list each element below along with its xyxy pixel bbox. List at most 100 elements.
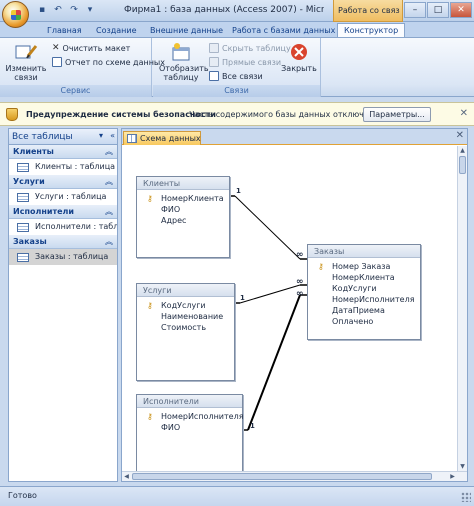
relationships-icon xyxy=(127,134,137,143)
field-item[interactable]: Стоимость xyxy=(139,322,234,333)
maximize-button[interactable]: □ xyxy=(427,2,449,18)
relationships-canvas[interactable]: 1 1 1 ∞ ∞ ∞ Клиенты ⚷ НомерКлиента ФИО Ад… xyxy=(122,146,458,471)
field-item[interactable]: ФИО xyxy=(139,204,229,215)
group-links: Отобразить таблицу Скрыть таблицу Прямые… xyxy=(153,38,321,97)
field-item[interactable]: НомерКлиента xyxy=(310,272,420,283)
field-item[interactable]: ДатаПриема xyxy=(310,305,420,316)
one-label-services: 1 xyxy=(240,294,245,302)
nav-group-orders[interactable]: Заказы ︽ xyxy=(9,235,117,249)
field-item[interactable]: НомерИсполнителя xyxy=(310,294,420,305)
nav-header[interactable]: Все таблицы ▾ « xyxy=(9,129,117,145)
horizontal-scroll-thumb[interactable] xyxy=(132,473,432,480)
tab-home[interactable]: Главная xyxy=(47,24,82,38)
table-icon xyxy=(17,223,29,232)
undo-icon[interactable]: ↶ xyxy=(52,4,64,16)
close-icon[interactable]: ✕ xyxy=(456,130,464,141)
table-icon xyxy=(17,193,29,202)
direct-links-button[interactable]: Прямые связи xyxy=(209,57,281,67)
close-button[interactable]: Закрыть xyxy=(281,42,317,73)
close-icon[interactable]: ✕ xyxy=(460,108,468,119)
table-box-executors[interactable]: Исполнители ⚷ НомерИсполнителя ФИО xyxy=(136,394,244,471)
save-icon[interactable]: ▪ xyxy=(36,4,48,16)
table-box-services[interactable]: Услуги ⚷ КодУслуги Наименование Стоимость xyxy=(136,283,235,381)
field-label: Наименование xyxy=(161,312,224,321)
tab-database-tools[interactable]: Работа с базами данных xyxy=(232,24,335,38)
tab-create[interactable]: Создание xyxy=(96,24,137,38)
vertical-scroll-thumb[interactable] xyxy=(459,156,466,174)
tab-relationships[interactable]: Схема данных xyxy=(123,131,201,145)
relationship-report-button[interactable]: Отчет по схеме данных xyxy=(52,57,165,67)
chevron-up-icon[interactable]: ︽ xyxy=(105,205,113,218)
field-item[interactable]: Адрес xyxy=(139,215,229,226)
field-list: ⚷ КодУслуги Наименование Стоимость xyxy=(137,297,234,333)
one-label-executors: 1 xyxy=(250,422,255,430)
close-label: Закрыть xyxy=(281,64,317,73)
hide-table-button[interactable]: Скрыть таблицу xyxy=(209,43,291,53)
resize-grip-icon[interactable] xyxy=(461,492,471,502)
nav-item-services-table[interactable]: Услуги : таблица xyxy=(9,189,117,205)
chevron-up-icon[interactable]: ︽ xyxy=(105,145,113,158)
tab-external-data[interactable]: Внешние данные xyxy=(150,24,223,38)
field-item[interactable]: ФИО xyxy=(139,422,242,433)
scroll-down-icon[interactable]: ▼ xyxy=(458,462,467,471)
nav-group-label: Заказы xyxy=(13,237,47,246)
customize-qat-icon[interactable]: ▾ xyxy=(84,4,96,16)
relationship-line[interactable] xyxy=(239,284,301,304)
nav-item-executors-table[interactable]: Исполнители : табл xyxy=(9,219,117,235)
horizontal-scrollbar[interactable]: ◀ ▶ xyxy=(122,471,467,481)
collapse-pane-icon[interactable]: « xyxy=(110,131,115,140)
field-item[interactable]: ⚷ НомерИсполнителя xyxy=(139,411,244,422)
chevron-up-icon[interactable]: ︽ xyxy=(105,235,113,248)
table-box-title[interactable]: Услуги xyxy=(137,284,234,297)
chevron-down-icon[interactable]: ▾ xyxy=(99,131,103,140)
relationship-line[interactable] xyxy=(247,294,301,431)
field-label: Стоимость xyxy=(161,323,207,332)
all-links-button[interactable]: Все связи xyxy=(209,71,263,81)
field-label: НомерКлиента xyxy=(332,273,395,282)
show-table-button[interactable]: Отобразить таблицу xyxy=(159,42,209,82)
vertical-scrollbar[interactable]: ▲ ▼ xyxy=(457,146,467,471)
table-box-clients[interactable]: Клиенты ⚷ НомерКлиента ФИО Адрес xyxy=(136,176,230,258)
clear-layout-button[interactable]: ✕ Очистить макет xyxy=(52,43,130,53)
relationship-line[interactable] xyxy=(234,195,301,260)
nav-item-label: Клиенты : таблица xyxy=(35,162,116,171)
field-list: ⚷ НомерКлиента ФИО Адрес xyxy=(137,190,229,226)
field-item[interactable]: ⚷ Номер Заказа xyxy=(310,261,420,272)
field-item[interactable]: Оплачено xyxy=(310,316,420,327)
nav-group-services[interactable]: Услуги ︽ xyxy=(9,175,117,189)
edit-links-icon xyxy=(14,42,38,62)
scroll-right-icon[interactable]: ▶ xyxy=(448,472,457,481)
scroll-left-icon[interactable]: ◀ xyxy=(122,472,131,481)
scroll-up-icon[interactable]: ▲ xyxy=(458,146,467,155)
nav-group-label: Услуги xyxy=(13,177,45,186)
field-item[interactable]: ⚷ НомерКлиента xyxy=(139,193,229,204)
security-options-button[interactable]: Параметры... xyxy=(363,107,431,122)
field-label: НомерКлиента xyxy=(161,194,224,203)
edit-links-button[interactable]: Изменить связи xyxy=(4,42,48,82)
field-label: Номер Заказа xyxy=(332,262,391,271)
nav-group-executors[interactable]: Исполнители ︽ xyxy=(9,205,117,219)
minimize-button[interactable]: – xyxy=(404,2,426,18)
field-item[interactable]: Наименование xyxy=(139,311,234,322)
nav-item-clients-table[interactable]: Клиенты : таблица xyxy=(9,159,117,175)
chevron-up-icon[interactable]: ︽ xyxy=(105,175,113,188)
table-box-orders[interactable]: Заказы ⚷ Номер Заказа НомерКлиента КодУсл… xyxy=(307,244,421,340)
field-list: ⚷ НомерИсполнителя ФИО xyxy=(137,408,244,433)
close-window-button[interactable]: ✕ xyxy=(450,2,472,18)
table-box-title[interactable]: Исполнители xyxy=(137,395,242,408)
table-box-title[interactable]: Заказы xyxy=(308,245,420,258)
office-button[interactable] xyxy=(2,1,29,28)
redo-icon[interactable]: ↷ xyxy=(68,4,80,16)
title-bar: ▪ ↶ ↷ ▾ Фирма1 : база данных (Access 200… xyxy=(0,0,474,28)
nav-item-orders-table[interactable]: Заказы : таблица xyxy=(9,249,117,265)
nav-item-label: Заказы : таблица xyxy=(35,252,109,261)
clear-layout-icon: ✕ xyxy=(52,43,60,53)
primary-key-icon: ⚷ xyxy=(147,412,153,421)
security-shield-icon xyxy=(6,108,18,121)
field-item[interactable]: КодУслуги xyxy=(310,283,420,294)
nav-group-clients[interactable]: Клиенты ︽ xyxy=(9,145,117,159)
many-label-executors: ∞ xyxy=(296,289,304,299)
table-box-title[interactable]: Клиенты xyxy=(137,177,229,190)
field-item[interactable]: ⚷ КодУслуги xyxy=(139,300,234,311)
status-text: Готово xyxy=(8,491,37,500)
